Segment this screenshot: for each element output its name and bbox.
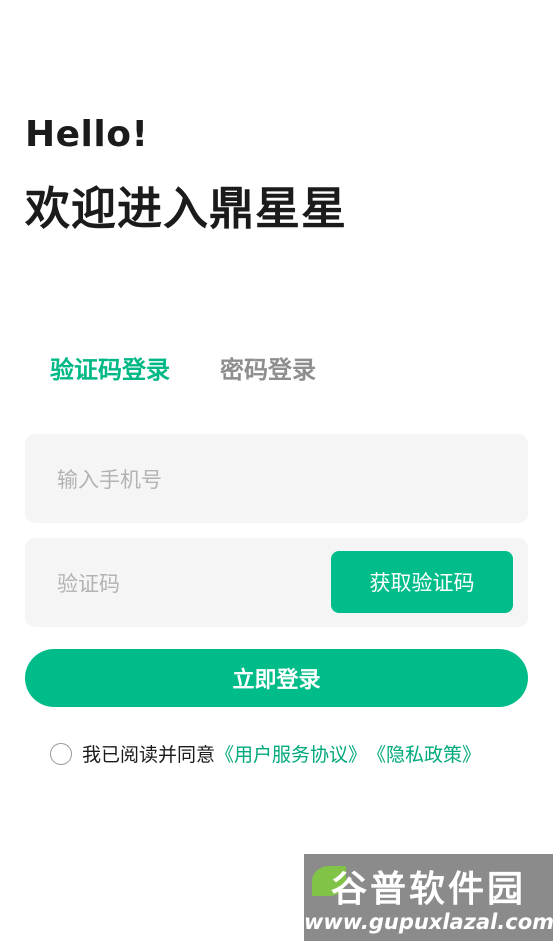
login-tabs: 验证码登录 密码登录 (50, 350, 316, 385)
get-code-button[interactable]: 获取验证码 (331, 551, 513, 613)
tab-password-login[interactable]: 密码登录 (220, 350, 316, 385)
greeting-title: Hello! (25, 114, 149, 155)
watermark-title: 谷普软件园 (330, 869, 526, 910)
code-field-container: 获取验证码 (25, 538, 528, 629)
welcome-title: 欢迎进入鼎星星 (25, 182, 348, 235)
verification-code-input[interactable] (55, 538, 329, 629)
watermark: 谷普软件园 www.gupuxlazal.com (304, 854, 553, 941)
phone-field-container (25, 434, 528, 525)
login-button[interactable]: 立即登录 (25, 649, 528, 707)
agreement-text: 我已阅读并同意 (82, 744, 216, 766)
user-agreement-link[interactable]: 《用户服务协议》 (215, 740, 367, 767)
privacy-policy-link[interactable]: 《隐私政策》 (367, 740, 481, 767)
watermark-url: www.gupuxlazal.com (304, 910, 553, 934)
phone-input[interactable] (55, 434, 499, 525)
tab-sms-login[interactable]: 验证码登录 (50, 350, 170, 385)
agreement-checkbox[interactable] (50, 742, 72, 765)
agreement-row: 我已阅读并同意 《用户服务协议》 《隐私政策》 (50, 740, 481, 767)
